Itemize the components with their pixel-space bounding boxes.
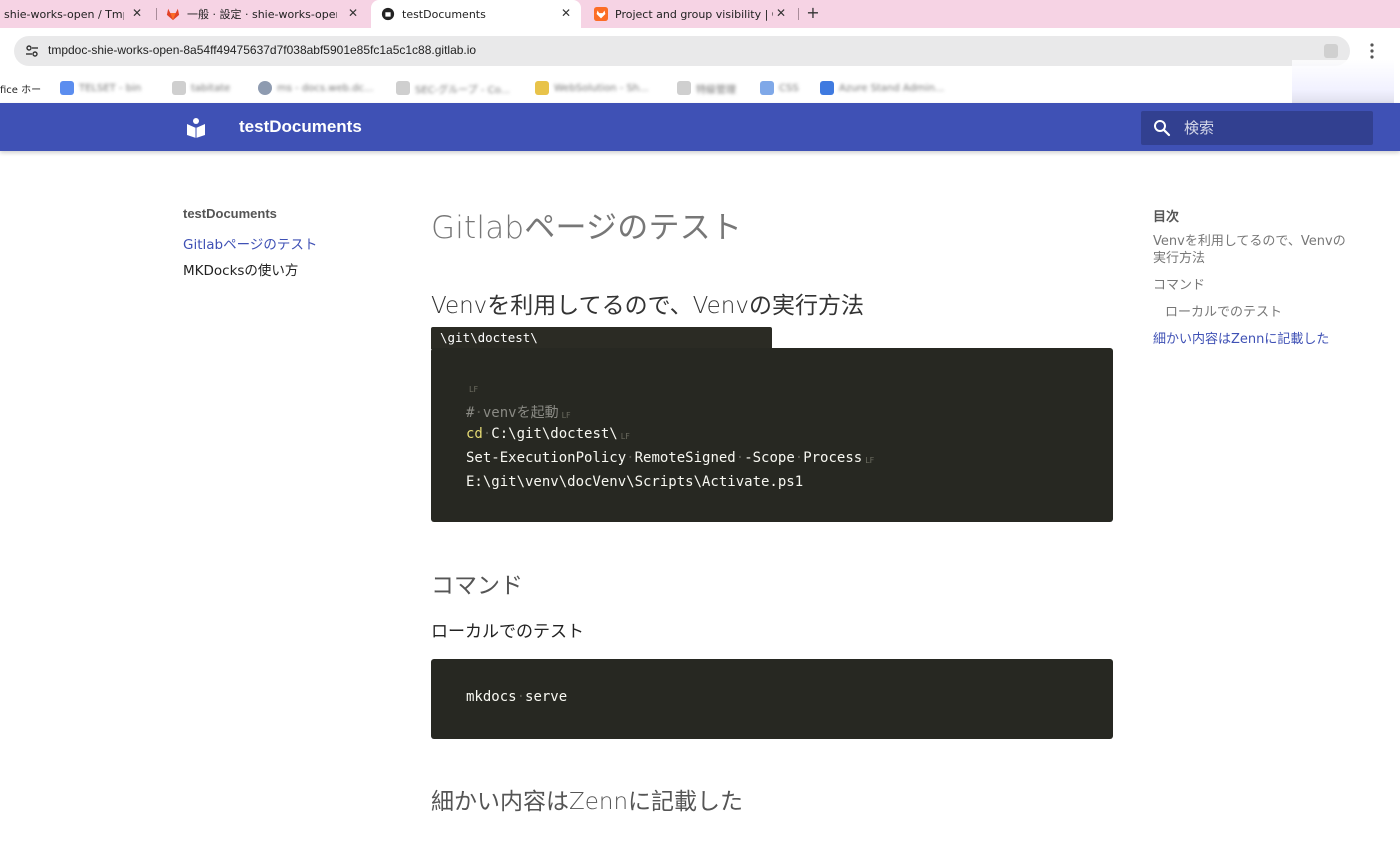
bookmark-item[interactable]: tabitate — [172, 80, 230, 96]
bookmark-label: tabitate — [191, 82, 231, 94]
bookmark-label: fice ホー — [0, 84, 42, 96]
lf-marker: LF — [561, 411, 571, 420]
bookmark-favicon-icon — [60, 81, 74, 95]
tab-title: shie-works-open / TmpD — [4, 7, 124, 21]
browser-toolbar: tmpdoc-shie-works-open-8a54ff49475637d7f… — [0, 28, 1400, 74]
install-app-icon[interactable] — [1324, 44, 1338, 58]
toc-title: 目次 — [1153, 210, 1180, 225]
browser-tab-active[interactable]: testDocuments ✕ — [371, 0, 581, 28]
nav-title: testDocuments — [183, 206, 277, 221]
section-heading-commands: コマンド — [431, 573, 523, 599]
nav-item-mkdocs-usage[interactable]: MKDocksの使い方 — [183, 259, 298, 279]
address-bar[interactable]: tmpdoc-shie-works-open-8a54ff49475637d7f… — [14, 36, 1350, 66]
browser-menu-icon[interactable] — [1366, 42, 1378, 60]
bookmark-label: Azure Stand Admin... — [839, 82, 945, 94]
new-tab-button[interactable]: + — [804, 4, 822, 22]
code-text: Set-ExecutionPolicy — [466, 450, 627, 466]
tab-title: 一般 · 設定 · shie-works-open / — [187, 8, 337, 21]
bookmark-favicon-icon — [396, 81, 410, 95]
bookmark-item[interactable]: TELSET - bin — [60, 80, 141, 96]
lf-marker: LF — [469, 385, 479, 394]
bookmark-label: TELSET - bin — [79, 82, 142, 94]
bookmark-item[interactable]: Azure Stand Admin... — [820, 80, 944, 96]
code-line: Set-ExecutionPolicy·RemoteSigned·-Scope·… — [466, 450, 875, 466]
site-info-icon[interactable] — [24, 43, 40, 59]
section-heading-zenn: 細かい内容はZennに記載した — [431, 789, 744, 815]
mkdocs-favicon-icon — [381, 7, 395, 21]
url-text[interactable]: tmpdoc-shie-works-open-8a54ff49475637d7f… — [48, 43, 476, 57]
code-block-venv: LF #·venvを起動 LF cd·C:\git\doctest\ LF Set-… — [431, 348, 1113, 522]
bookmark-favicon-icon — [172, 81, 186, 95]
bookmark-label: CSS — [779, 82, 799, 94]
gitlab-docs-icon — [594, 7, 608, 21]
bookmark-item[interactable]: SEC-グループ - Co... — [396, 80, 510, 96]
browser-tab[interactable]: Project and group visibility | Git ✕ — [586, 0, 796, 28]
close-icon[interactable]: ✕ — [774, 6, 788, 20]
tab-title: Project and group visibility | Git — [615, 7, 773, 21]
search-box[interactable] — [1141, 111, 1373, 145]
close-icon[interactable]: ✕ — [559, 6, 573, 20]
code-text: C:\git\doctest\ — [491, 426, 618, 442]
code-line: mkdocs·serve — [466, 689, 568, 705]
lf-marker: LF — [865, 456, 875, 465]
toc-item-venv[interactable]: Venvを利用してるので、Venvの実行方法 — [1153, 233, 1358, 267]
search-icon — [1154, 120, 1171, 137]
book-logo-icon[interactable] — [185, 116, 207, 138]
site-header: testDocuments — [0, 103, 1400, 151]
bookmark-favicon-icon — [820, 81, 834, 95]
code-keyword: cd — [466, 426, 483, 442]
close-icon[interactable]: ✕ — [130, 6, 144, 20]
bookmark-favicon-icon — [760, 81, 774, 95]
code-text: E:\git\venv\docVenv\Scripts\Activate.ps1 — [466, 474, 804, 490]
bookmark-label: 特級管理 — [696, 84, 736, 96]
code-text: mkdocs — [466, 689, 517, 705]
toc-item-local-test[interactable]: ローカルでのテスト — [1165, 304, 1375, 321]
subsection-heading-local-test: ローカルでのテスト — [431, 622, 584, 642]
bookmark-favicon-icon — [535, 81, 549, 95]
code-comment: venvを起動 — [482, 405, 559, 421]
lf-marker: LF — [620, 432, 630, 441]
bookmarks-bar: fice ホー TELSET - bin tabitate ms - docs.… — [0, 74, 1400, 103]
code-text: -Scope — [744, 450, 795, 466]
tab-separator — [156, 8, 157, 20]
code-text: Process — [803, 450, 863, 466]
search-input[interactable] — [1184, 118, 1364, 138]
bookmark-item[interactable]: ms - docs.web.dc... — [258, 80, 374, 96]
bookmark-label: SEC-グループ - Co... — [415, 84, 511, 96]
bookmark-item[interactable]: CSS — [760, 80, 799, 96]
code-line: cd·C:\git\doctest\ LF — [466, 426, 630, 442]
gitlab-icon — [166, 8, 180, 21]
code-text: serve — [525, 689, 568, 705]
browser-tab[interactable]: 一般 · 設定 · shie-works-open / ✕ — [158, 0, 368, 28]
bookmark-item[interactable]: fice ホー — [0, 80, 41, 96]
tab-separator — [798, 8, 799, 20]
code-line: LF — [466, 379, 478, 395]
browser-tab[interactable]: shie-works-open / TmpD ✕ — [0, 0, 152, 28]
nav-item-gitlab-page-test[interactable]: Gitlabページのテスト — [183, 233, 317, 253]
bookmark-label: WebSolution - Sh... — [554, 82, 649, 94]
toc-item-zenn[interactable]: 細かい内容はZennに記載した — [1153, 331, 1363, 348]
bookmark-favicon-icon — [677, 81, 691, 95]
bookmark-favicon-icon — [258, 81, 272, 95]
code-text: RemoteSigned — [634, 450, 736, 466]
site-title[interactable]: testDocuments — [239, 117, 362, 137]
code-line: E:\git\venv\docVenv\Scripts\Activate.ps1 — [466, 474, 803, 490]
bookmark-item[interactable]: WebSolution - Sh... — [535, 80, 649, 96]
section-heading-venv: Venvを利用してるので、Venvの実行方法 — [431, 293, 864, 319]
page-title: Gitlabページのテスト — [431, 210, 743, 246]
bookmark-label: ms - docs.web.dc... — [277, 82, 374, 94]
code-filename: \git\doctest\ — [431, 327, 772, 349]
close-icon[interactable]: ✕ — [346, 6, 360, 20]
tab-title: testDocuments — [402, 7, 486, 21]
bookmark-item[interactable]: 特級管理 — [677, 80, 736, 96]
browser-tab-bar: shie-works-open / TmpD ✕ 一般 · 設定 · shie-… — [0, 0, 1400, 28]
code-line: #·venvを起動 LF — [466, 405, 571, 421]
toc-item-commands[interactable]: コマンド — [1153, 277, 1363, 294]
code-block-serve: mkdocs·serve — [431, 659, 1113, 739]
